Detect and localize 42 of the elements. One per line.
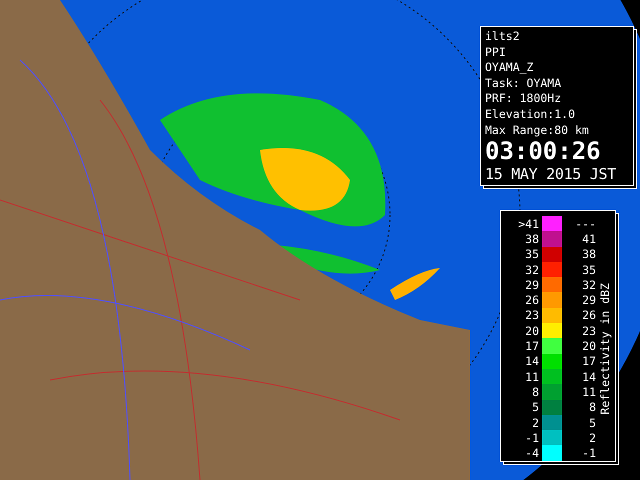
legend-label: 26 (581, 308, 596, 322)
legend-label: 35 (524, 247, 540, 262)
legend-label: 11 (524, 370, 540, 384)
legend-label: 29 (581, 293, 596, 308)
legend-label: 2 (588, 430, 596, 445)
legend-label: >41 (517, 216, 540, 231)
legend-label: 20 (524, 324, 540, 338)
time-text: 03:00:26 (485, 138, 602, 164)
legend-label: 41 (581, 232, 596, 246)
legend-label: 8 (588, 400, 596, 414)
date-text: 15 MAY 2015 JST (485, 164, 617, 184)
legend-label: 20 (581, 339, 596, 354)
legend-title: Reflectivity in dBZ (598, 282, 612, 414)
legend-label: 14 (524, 354, 540, 368)
legend-label: 17 (581, 354, 596, 368)
legend-label: 23 (524, 308, 540, 322)
legend-label: 11 (581, 384, 596, 399)
legend-label: 35 (581, 262, 596, 277)
legend-label: 26 (524, 293, 540, 308)
legend-label: 17 (524, 339, 540, 354)
info-text: PRF: 1800Hz (485, 91, 562, 107)
legend-label: 38 (581, 247, 596, 262)
info-text: PPI (485, 44, 507, 60)
legend-label: 8 (531, 384, 540, 399)
info-text: Elevation:1.0 (485, 106, 576, 123)
legend-label: 5 (588, 416, 596, 430)
legend-label: -1 (524, 430, 540, 445)
info-text: OYAMA_Z (485, 60, 534, 76)
legend-label: -1 (581, 446, 596, 460)
legend-label: -4 (524, 446, 540, 460)
legend-label: 23 (581, 324, 596, 338)
legend-label: --- (574, 216, 596, 231)
legend-label: 38 (524, 232, 540, 246)
info-text: Task: OYAMA (485, 76, 562, 92)
legend-label: 2 (531, 416, 540, 430)
info-text: ilts2 (485, 29, 521, 45)
info-text: Max Range:80 km (485, 122, 590, 138)
legend-label: 14 (581, 370, 596, 384)
legend-label: 5 (531, 400, 540, 414)
legend-label: 32 (524, 262, 540, 277)
legend-label: 29 (524, 278, 540, 292)
legend-label: 32 (581, 278, 596, 292)
